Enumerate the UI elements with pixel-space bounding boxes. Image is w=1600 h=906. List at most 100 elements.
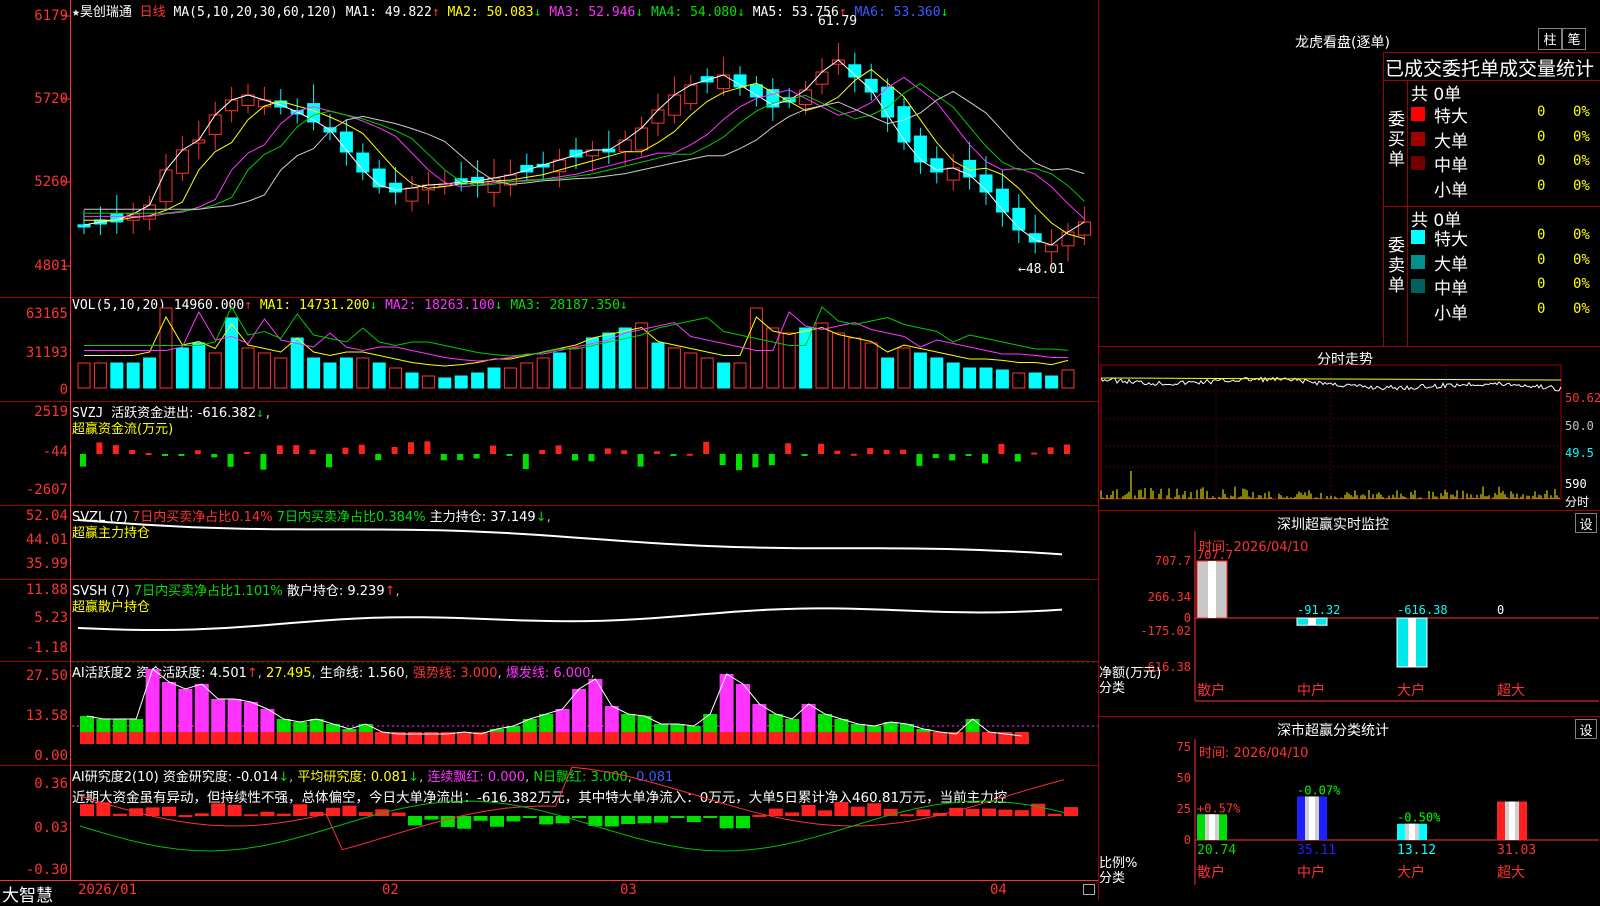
activity-base xyxy=(457,732,472,744)
svzl-panel[interactable]: SVZL (7) 7日内买卖净占比0.14% 7日内买卖净占比0.384% 主力… xyxy=(0,506,1098,578)
flow-bar xyxy=(850,453,857,456)
research-bar xyxy=(276,813,291,816)
sell-side-label: 委卖单 xyxy=(1388,236,1405,296)
main-holding-line xyxy=(77,519,1063,556)
flow-bar xyxy=(982,454,988,464)
activity-base xyxy=(867,732,882,744)
volume-bar xyxy=(110,362,124,389)
flow-bar xyxy=(227,454,234,467)
activity-base xyxy=(260,732,275,744)
activity-base xyxy=(686,732,701,744)
volume-bar xyxy=(487,367,501,389)
research-bar xyxy=(654,816,668,823)
research-bar xyxy=(326,807,340,816)
volume-bar xyxy=(864,342,878,389)
activity-base xyxy=(900,732,914,744)
order-percent: 0% xyxy=(1573,251,1590,268)
volume-bar xyxy=(799,327,813,389)
intraday-panel[interactable]: 分时走势 50.62 50.0 49.5 590 分时 xyxy=(1099,347,1600,509)
research-bar xyxy=(408,816,422,826)
volume-bar xyxy=(995,369,1009,389)
monitor-bar-shine xyxy=(1208,561,1216,618)
intraday-chart[interactable] xyxy=(1099,347,1600,509)
order-type-label: 大单 xyxy=(1434,131,1468,152)
volume-bar xyxy=(339,357,353,389)
longhu-subtitle: 已成交委托单成交量统计 xyxy=(1385,58,1595,80)
volume-bar xyxy=(192,342,206,389)
lock-icon[interactable] xyxy=(1083,884,1095,895)
candle-body xyxy=(372,168,386,188)
candle-body xyxy=(667,94,681,116)
research-bar xyxy=(916,809,931,816)
flow-bar xyxy=(80,454,86,467)
research-bar xyxy=(1064,807,1078,816)
research-bar xyxy=(260,811,275,816)
ai-activity-panel[interactable]: AI活跃度2 资金活跃度: 4.501↑, 27.495, 生命线: 1.560… xyxy=(0,662,1098,764)
volume-bar xyxy=(667,347,681,389)
svsh-line[interactable] xyxy=(0,580,1098,660)
flow-bar xyxy=(309,449,316,454)
activity-base xyxy=(703,732,718,744)
date-feb: 02 xyxy=(382,882,399,898)
volume-bar xyxy=(208,352,222,389)
volume-bar xyxy=(618,327,632,389)
volume-bar xyxy=(159,307,173,389)
order-type-label: 大单 xyxy=(1434,254,1468,275)
tick-mode-button[interactable]: 笔 xyxy=(1562,28,1586,50)
classify-bar-shine xyxy=(1309,796,1315,840)
volume-bar xyxy=(979,367,993,389)
order-volume: 0 xyxy=(1537,276,1546,292)
research-bars[interactable] xyxy=(0,766,1098,880)
activity-base xyxy=(965,732,980,744)
kline-panel[interactable]: ★昊创瑞通 日线 MA(5,10,20,30,60,120) MA1: 49.8… xyxy=(0,0,1098,296)
order-color-icon xyxy=(1411,279,1425,293)
research-bar xyxy=(178,815,193,818)
activity-base xyxy=(309,732,324,744)
monitor-category-label: 大户 xyxy=(1397,682,1425,699)
flow-bar xyxy=(932,454,939,459)
candle-body xyxy=(897,106,911,143)
svzj-panel[interactable]: SVZJ 活跃资金进出: -616.382↓, 超赢资金流(万元) 2519 -… xyxy=(0,402,1098,504)
svsh-panel[interactable]: SVSH (7) 7日内买卖净占比1.101% 散户持仓: 9.239↑, 超赢… xyxy=(0,580,1098,660)
svzl-line[interactable] xyxy=(0,506,1098,578)
flow-bar xyxy=(736,454,742,471)
order-percent: 0% xyxy=(1573,300,1590,317)
candle-body xyxy=(77,224,91,228)
activity-base xyxy=(982,732,996,744)
bar-mode-button[interactable]: 柱 xyxy=(1538,28,1562,50)
monitor-category-label: 超大 xyxy=(1497,683,1525,699)
date-jan: 2026/01 xyxy=(78,882,138,898)
volume-bar xyxy=(257,352,271,389)
ai-research-panel[interactable]: AI研究度2(10) 资金研究度: -0.014↓, 平均研究度: 0.081↓… xyxy=(0,766,1098,880)
classify-bar-shine xyxy=(1509,801,1515,840)
monitor-panel: 深圳超赢实时监控 设 时间: 2026/04/10 707.7 266.34 0 -1… xyxy=(1099,511,1600,716)
volume-bars[interactable] xyxy=(0,298,1098,400)
flow-bar xyxy=(522,454,529,470)
activity-base xyxy=(883,732,898,744)
order-volume: 0 xyxy=(1537,300,1546,317)
research-bar xyxy=(834,802,849,816)
order-percent: 0% xyxy=(1573,177,1590,194)
activity-base xyxy=(539,732,554,744)
brand-logo: 大智慧 xyxy=(2,886,53,906)
flow-bar xyxy=(375,454,382,461)
research-bar xyxy=(244,814,258,817)
research-bar xyxy=(112,813,127,816)
activity-bars[interactable] xyxy=(0,662,1098,764)
volume-bar xyxy=(438,377,452,389)
buy-side-label: 委买单 xyxy=(1388,110,1405,170)
longhu-panel: 龙虎看盘(逐单) 柱 笔 已成交委托单成交量统计 委买单 共 0单 委卖单 共 … xyxy=(1099,0,1600,346)
activity-base xyxy=(522,732,537,744)
activity-base xyxy=(227,732,242,744)
research-bar xyxy=(342,805,357,816)
flow-bar xyxy=(818,443,824,454)
activity-base xyxy=(342,732,357,744)
candlestick-chart[interactable] xyxy=(0,0,1098,296)
svzj-bars[interactable] xyxy=(0,402,1098,504)
volume-panel[interactable]: VOL(5,10,20) 14960.000↑ MA1: 14731.200↓ … xyxy=(0,298,1098,400)
activity-base xyxy=(112,732,127,744)
flow-bar xyxy=(178,454,185,456)
activity-base xyxy=(326,732,340,744)
order-color-icon xyxy=(1411,156,1425,170)
activity-base xyxy=(178,732,193,744)
